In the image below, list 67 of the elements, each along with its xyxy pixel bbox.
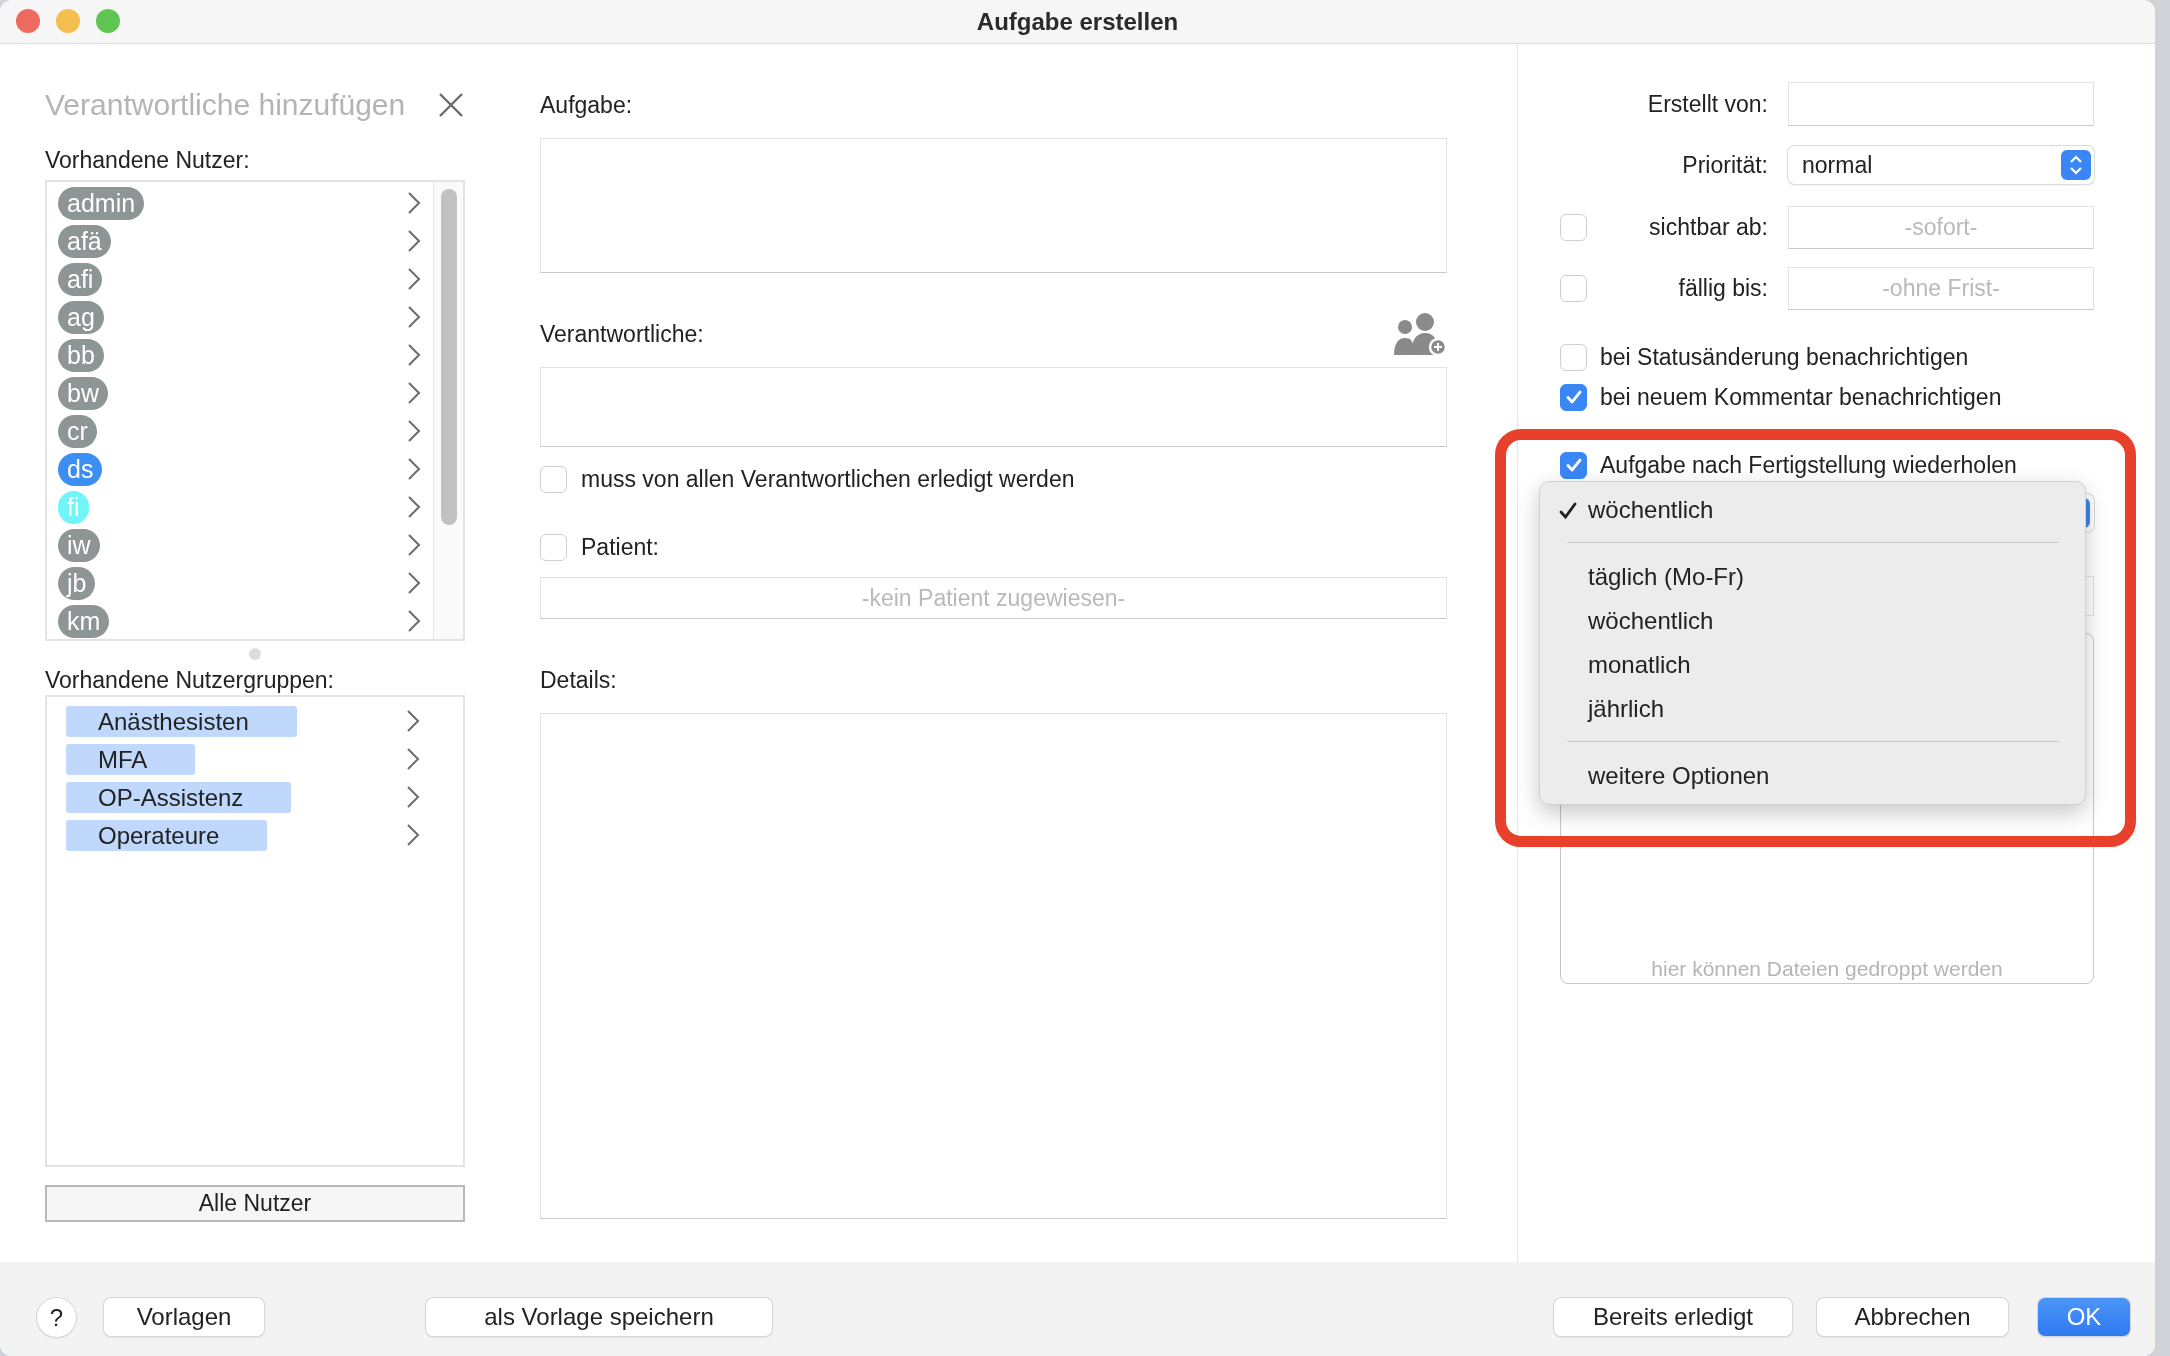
groups-label: Vorhandene Nutzergruppen: — [45, 667, 335, 693]
details-label: Details: — [540, 667, 618, 693]
chevron-icon[interactable] — [407, 457, 421, 481]
chevron-icon[interactable] — [407, 495, 421, 519]
task-label: Aufgabe: — [540, 92, 634, 118]
chevron-icon[interactable] — [407, 571, 421, 595]
chevron-icon[interactable] — [407, 533, 421, 557]
checkbox-label: bei neuem Kommentar benachrichtigen — [1600, 383, 2002, 411]
chevron-icon[interactable] — [406, 747, 420, 771]
all-users-button[interactable]: Alle Nutzer — [45, 1185, 465, 1222]
group-tag[interactable]: Anästhesisten — [66, 705, 297, 737]
repeat-dropdown-menu[interactable]: wöchentlich täglich (Mo-Fr) wöchentlich monatlich jährlich weitere Optionen — [1539, 481, 2086, 805]
chevron-icon[interactable] — [407, 419, 421, 443]
created-by-field[interactable] — [1788, 82, 2094, 126]
field-label: Erstellt von: — [1646, 90, 1768, 118]
checkbox[interactable] — [1560, 214, 1587, 241]
add-people-icon[interactable] — [1391, 311, 1447, 357]
help-button[interactable]: ? — [37, 1298, 76, 1337]
stepper-icon[interactable] — [2061, 150, 2091, 180]
close-button[interactable] — [16, 9, 40, 33]
panel-title: Verantwortliche hinzufügen — [45, 88, 406, 122]
priority-select[interactable]: normal — [1788, 146, 2094, 184]
chevron-icon[interactable] — [406, 823, 420, 847]
splitter-handle[interactable] — [249, 648, 261, 660]
field-label: sichtbar ab: — [1648, 214, 1768, 241]
close-icon[interactable] — [437, 91, 465, 119]
menu-item[interactable]: täglich (Mo-Fr) — [1540, 555, 2085, 599]
dialog-button[interactable]: als Vorlage speichern — [426, 1298, 772, 1336]
group-tag[interactable]: OP-Assistenz — [66, 781, 292, 813]
checkbox-label: muss von allen Verantwortlichen erledigt werden — [581, 465, 1075, 493]
chevron-icon[interactable] — [407, 609, 421, 633]
checkbox[interactable] — [1560, 383, 1587, 411]
chevron-icon[interactable] — [407, 191, 421, 215]
assignees-input[interactable] — [540, 367, 1447, 447]
checkbox-label: Aufgabe nach Fertigstellung wiederholen — [1600, 451, 2017, 479]
chevron-icon[interactable] — [406, 785, 420, 809]
chevron-icon[interactable] — [407, 381, 421, 405]
checkbox-label: bei Statusänderung benachrichtigen — [1600, 343, 1969, 371]
details-input[interactable] — [540, 713, 1447, 1219]
checkbox[interactable] — [1560, 451, 1587, 479]
chevron-icon[interactable] — [407, 343, 421, 367]
dialog-button[interactable]: Vorlagen — [104, 1298, 264, 1336]
assignees-label: Verantwortliche: — [540, 320, 704, 348]
chevron-icon[interactable] — [407, 267, 421, 291]
checkbox[interactable] — [540, 533, 567, 561]
users-label: Vorhandene Nutzer: — [45, 147, 251, 173]
field-label: fällig bis: — [1677, 275, 1768, 302]
select-value: normal — [1802, 151, 1873, 179]
checkbox[interactable] — [1560, 343, 1587, 371]
window-title: Aufgabe erstellen — [976, 7, 1179, 36]
chevron-icon[interactable] — [407, 229, 421, 253]
dialog-button[interactable]: Abbrechen — [1817, 1298, 2008, 1336]
checkbox[interactable] — [1560, 275, 1587, 302]
dialog-button[interactable]: Bereits erledigt — [1554, 1298, 1792, 1336]
task-input[interactable] — [540, 138, 1447, 273]
patient-label: Patient: — [581, 533, 659, 561]
menu-item[interactable]: wöchentlich — [1540, 488, 2085, 532]
scrollbar-thumb[interactable] — [440, 189, 457, 525]
field-label: Priorität: — [1681, 151, 1768, 179]
chevron-icon[interactable] — [406, 709, 420, 733]
group-tag[interactable]: Operateure — [66, 819, 268, 851]
checkbox[interactable] — [540, 465, 567, 493]
zoom-button[interactable] — [96, 9, 120, 33]
drop-hint: hier können Dateien gedroppt werden — [1651, 957, 2003, 982]
chevron-icon[interactable] — [407, 305, 421, 329]
group-tag[interactable]: MFA — [66, 743, 196, 775]
dialog-button[interactable]: OK — [2038, 1298, 2130, 1336]
